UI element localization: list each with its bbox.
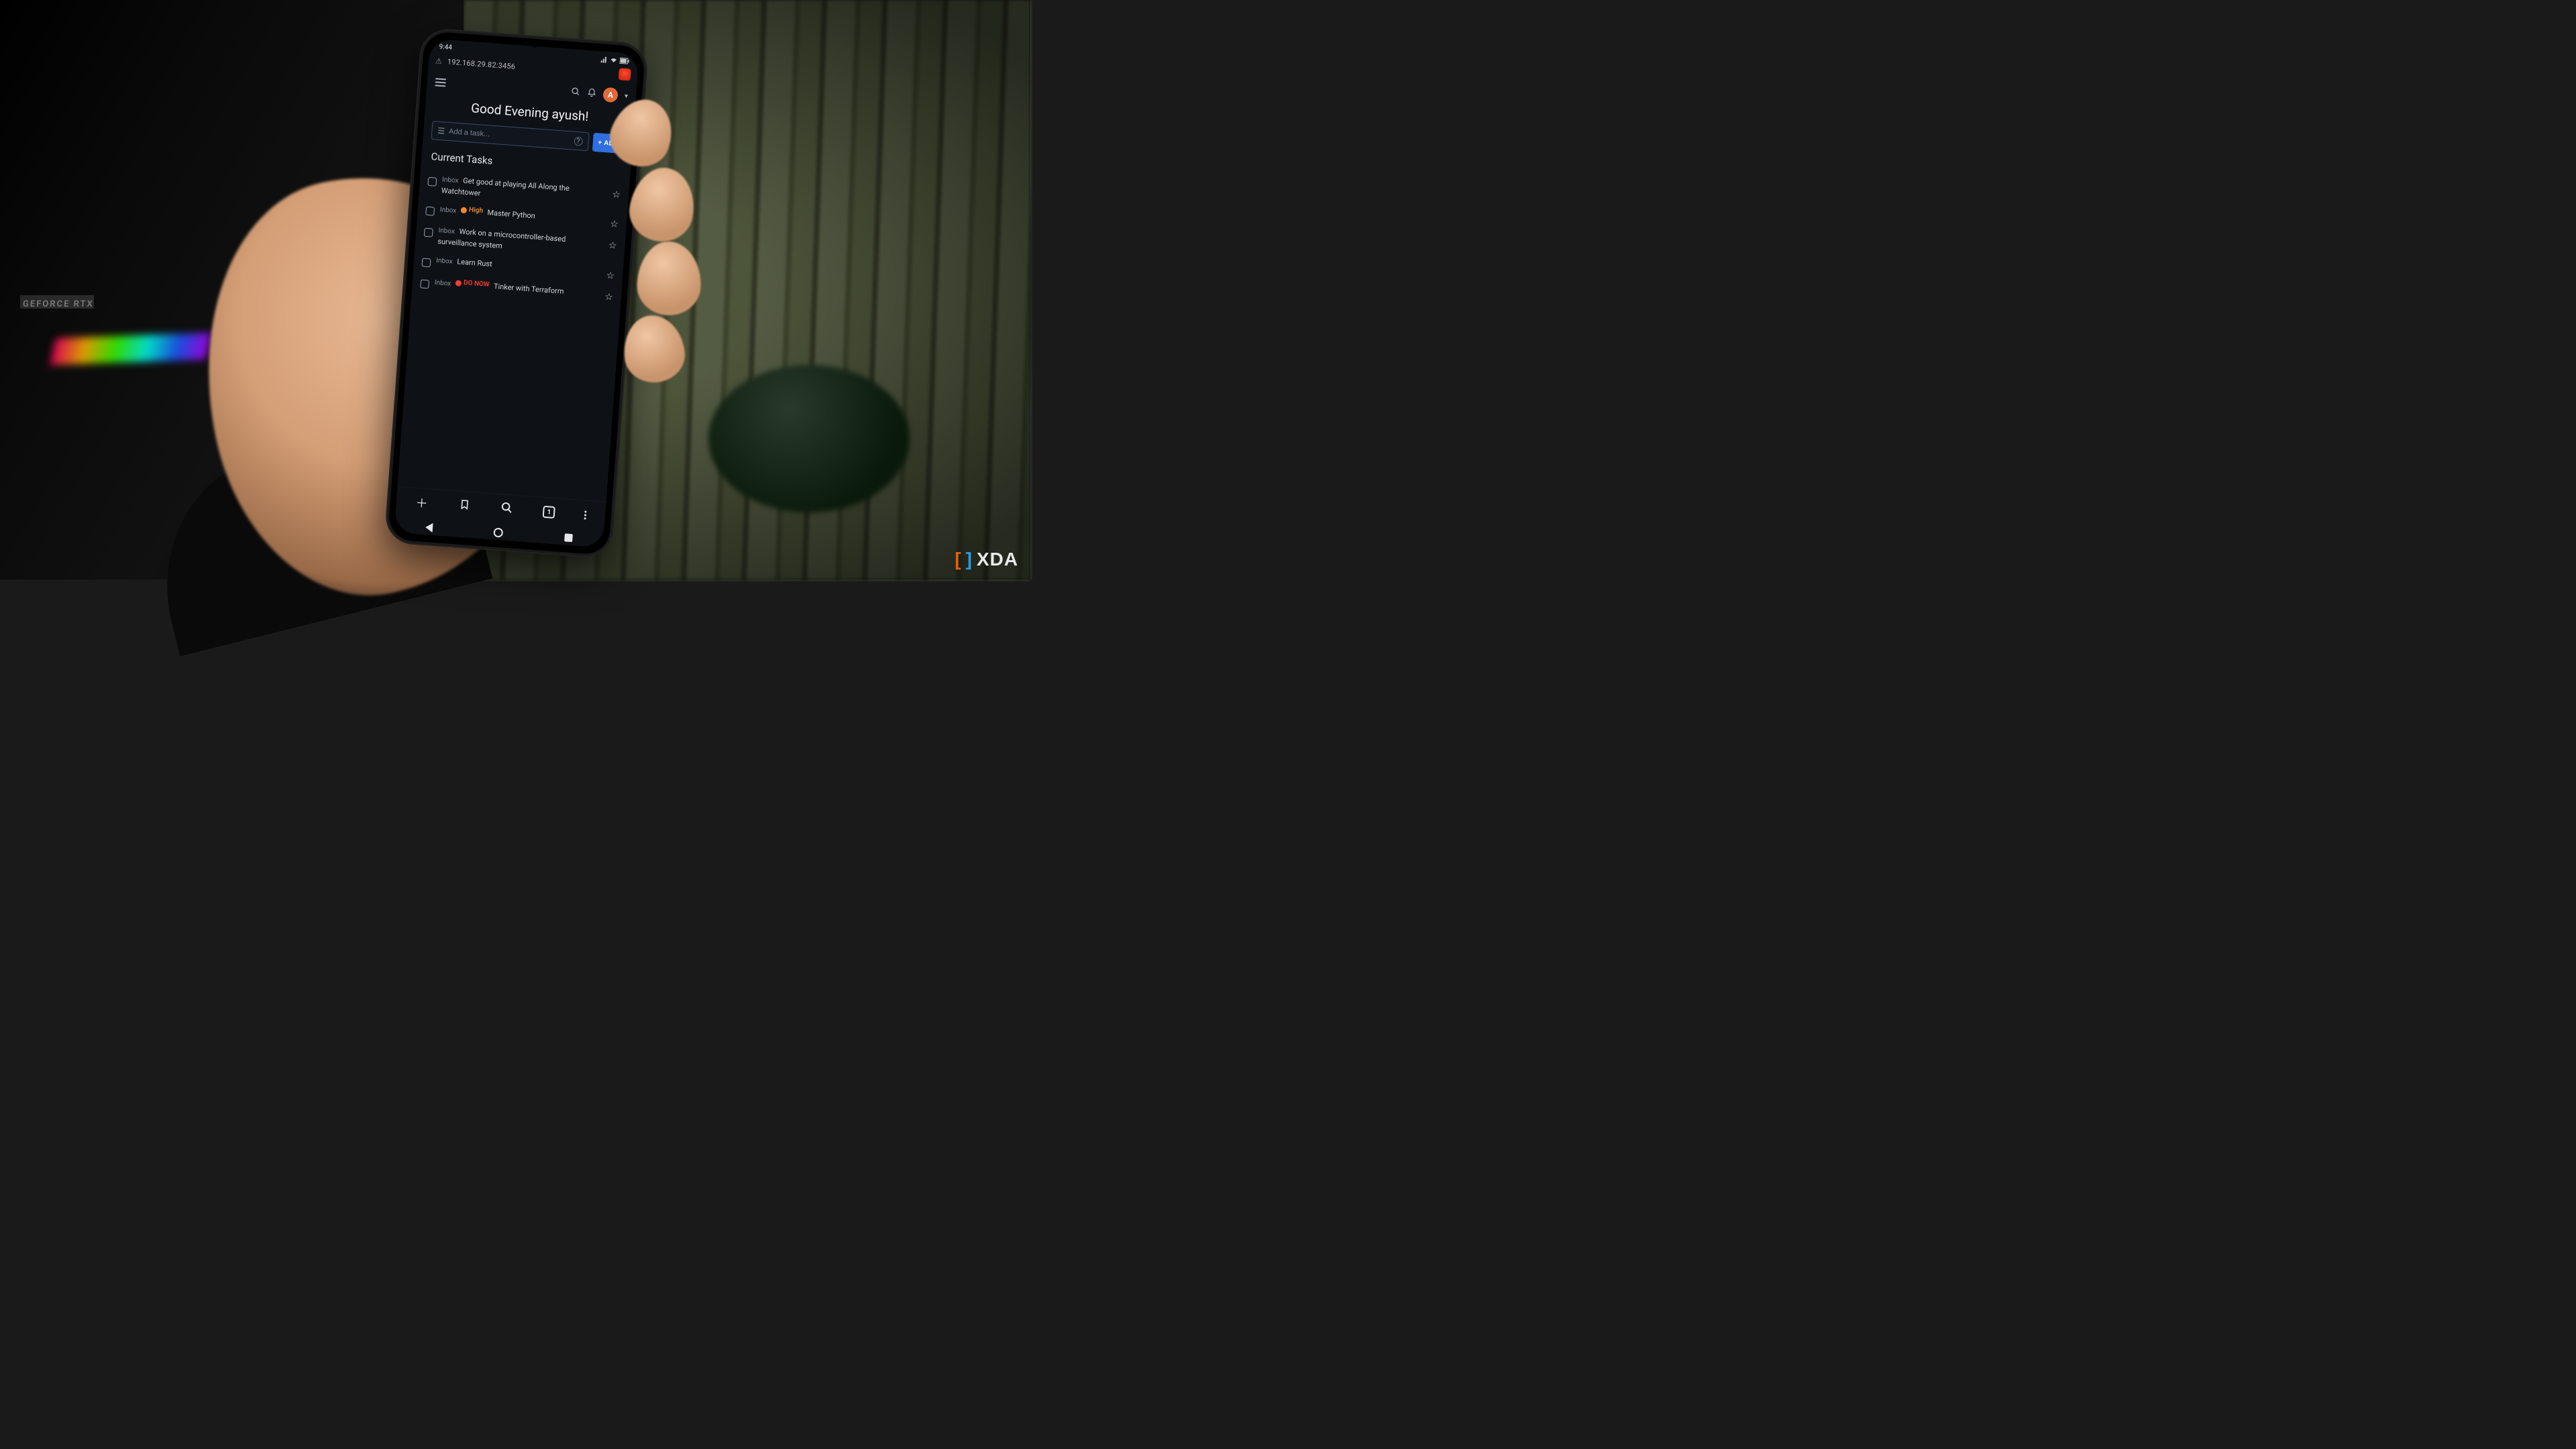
chevron-down-icon[interactable]: ▾ — [625, 93, 629, 100]
avatar-initial: A — [607, 90, 613, 100]
tab-count-icon[interactable]: 1 — [543, 506, 555, 519]
priority-dot-icon — [461, 207, 468, 214]
task-list-label: Inbox — [442, 176, 459, 184]
task-title: Work on a microcontroller-based surveill… — [437, 227, 566, 250]
priority-label: High — [468, 206, 483, 217]
task-checkbox[interactable] — [422, 258, 431, 267]
signal-icon — [601, 56, 608, 63]
bookmark-icon[interactable] — [457, 498, 472, 514]
priority-badge-donow: DO NOW — [455, 278, 490, 290]
task-list-label: Inbox — [434, 279, 451, 288]
nav-home-icon[interactable] — [494, 528, 504, 538]
site-security-icon: ⚠ — [435, 56, 443, 66]
task-checkbox[interactable] — [424, 228, 433, 237]
overflow-menu-icon[interactable] — [584, 511, 587, 519]
star-icon[interactable]: ☆ — [608, 240, 617, 252]
xda-watermark: [] XDA — [955, 549, 1018, 570]
nav-recents-icon[interactable] — [564, 533, 573, 542]
brave-browser-icon[interactable] — [619, 68, 631, 80]
task-title: Tinker with Terraform — [494, 282, 564, 296]
bracket-icon: ] — [966, 549, 973, 570]
side-table — [708, 365, 910, 513]
task-title: Get good at playing All Along the Watcht… — [441, 176, 570, 197]
search-icon[interactable] — [500, 501, 515, 517]
watermark-text: XDA — [977, 549, 1018, 570]
search-icon[interactable] — [570, 86, 580, 99]
list-icon: ☰ — [437, 126, 445, 136]
status-right-cluster — [601, 56, 630, 64]
task-list-label: Inbox — [436, 257, 453, 266]
hamburger-menu-icon[interactable] — [435, 78, 446, 87]
task-list-label: Inbox — [438, 227, 455, 236]
priority-badge-high: High — [460, 205, 483, 217]
empty-space — [397, 292, 620, 501]
star-icon[interactable]: ☆ — [604, 292, 614, 303]
priority-label: DO NOW — [463, 278, 490, 290]
task-list: Inbox Get good at playing All Along the … — [412, 168, 630, 307]
gpu-label: GEFORCE RTX — [22, 299, 94, 309]
task-title: Learn Rust — [457, 257, 492, 268]
task-title: Master Python — [487, 209, 535, 221]
help-icon[interactable]: ? — [574, 136, 583, 146]
nav-back-icon[interactable] — [425, 523, 433, 533]
task-checkbox[interactable] — [420, 279, 429, 288]
task-checkbox[interactable] — [425, 207, 435, 216]
avatar[interactable]: A — [602, 87, 619, 103]
notifications-icon[interactable] — [586, 87, 596, 100]
star-icon[interactable]: ☆ — [612, 189, 621, 201]
bracket-icon: [ — [955, 549, 961, 570]
priority-dot-icon — [455, 280, 462, 286]
task-list-label: Inbox — [439, 207, 456, 215]
status-time: 9:44 — [439, 44, 452, 52]
add-task-input[interactable] — [449, 127, 570, 144]
task-checkbox[interactable] — [427, 177, 437, 186]
phone-screen: 9:44 ⚠ 192.168.29.82:3456 — [394, 39, 639, 548]
star-icon[interactable]: ☆ — [610, 219, 619, 230]
star-icon[interactable]: ☆ — [606, 270, 615, 282]
battery-icon — [619, 57, 629, 64]
wifi-icon — [610, 56, 618, 64]
rgb-leds — [50, 333, 211, 365]
phone-frame: 9:44 ⚠ 192.168.29.82:3456 — [384, 28, 649, 559]
new-tab-icon[interactable]: ＋ — [415, 494, 429, 512]
